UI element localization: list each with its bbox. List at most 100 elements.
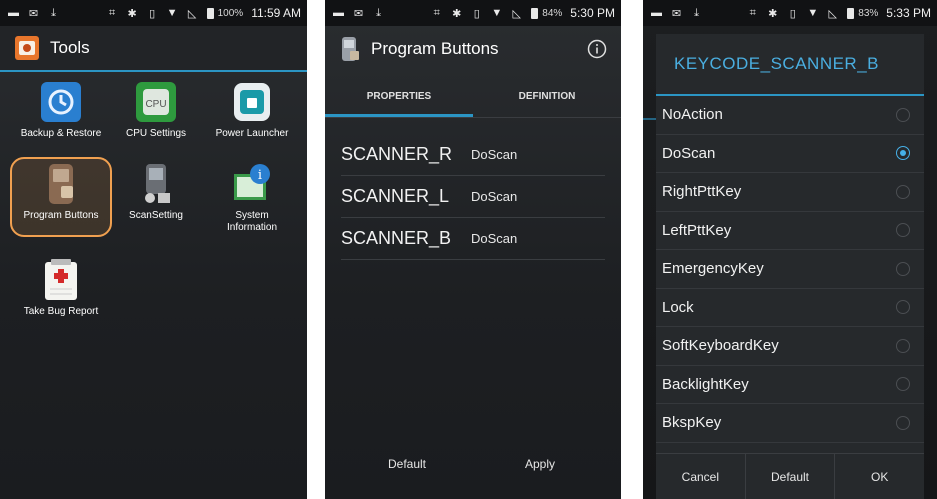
system-info-icon: i (230, 162, 274, 206)
clock: 5:30 PM (570, 6, 615, 20)
bluetooth-icon: ✱ (127, 7, 137, 20)
button-key: SCANNER_R (341, 144, 453, 164)
battery-percent: 83% (858, 7, 879, 19)
message-icon: ▬ (651, 7, 662, 19)
option-leftpttkey[interactable]: LeftPttKey (656, 212, 924, 250)
button-row-scanner-b[interactable]: SCANNER_B DoScan (341, 218, 605, 260)
app-label: Power Launcher (215, 128, 289, 139)
clock: 11:59 AM (251, 6, 301, 20)
bluetooth-icon: ✱ (768, 7, 778, 20)
radio-button[interactable] (896, 377, 910, 392)
no-signal-icon: ◺ (828, 7, 838, 20)
radio-button[interactable] (896, 415, 910, 430)
radio-button-selected[interactable] (896, 146, 910, 161)
page-title: Program Buttons (371, 39, 499, 58)
app-label: Program Buttons (23, 210, 99, 221)
button-row-scanner-l[interactable]: SCANNER_L DoScan (341, 176, 605, 218)
option-label: NoAction (662, 106, 723, 124)
option-bkspkey[interactable]: BkspKey (656, 404, 924, 443)
wifi-icon: ▼ (807, 7, 819, 19)
background-tab-indicator (643, 118, 656, 120)
keycode-dialog: KEYCODE_SCANNER_B NoAction DoScan RightP… (656, 34, 924, 499)
option-label: DoScan (662, 144, 716, 162)
button-action: DoScan (471, 231, 518, 246)
radio-button[interactable] (896, 338, 910, 353)
ok-button[interactable]: OK (835, 454, 924, 499)
radio-button[interactable] (896, 184, 910, 199)
app-label: Backup & Restore (20, 128, 102, 139)
radio-button[interactable] (896, 300, 910, 315)
app-label: System Information (226, 210, 278, 233)
nfc-icon: ⌗ (433, 6, 440, 19)
radio-button[interactable] (896, 223, 910, 238)
app-backup-restore[interactable]: Backup & Restore (11, 80, 111, 140)
app-power-launcher[interactable]: Power Launcher (202, 80, 302, 140)
default-button[interactable]: Default (746, 454, 836, 499)
status-bar: ▬ ✉ ⤓ ⌗ ✱ ▯ ▼ ◺ 84% 5:30 PM (325, 0, 621, 26)
apply-button[interactable]: Apply (490, 457, 590, 471)
default-button[interactable]: Default (357, 457, 457, 471)
button-action: DoScan (471, 147, 518, 162)
tab-properties[interactable]: PROPERTIES (325, 74, 473, 118)
action-bar: Program Buttons (325, 26, 621, 72)
svg-text:i: i (258, 168, 262, 183)
wifi-icon: ▼ (166, 7, 178, 19)
vibrate-icon: ▯ (789, 7, 796, 20)
page-title: Tools (50, 38, 90, 57)
option-noaction[interactable]: NoAction (656, 96, 924, 135)
nfc-icon: ⌗ (749, 6, 756, 19)
battery-percent: 84% (542, 7, 563, 19)
option-rightpttkey[interactable]: RightPttKey (656, 173, 924, 212)
message-icon: ▬ (333, 7, 344, 19)
program-buttons-screen: ▬ ✉ ⤓ ⌗ ✱ ▯ ▼ ◺ 84% 5:30 PM Program Butt… (325, 0, 621, 499)
radio-button[interactable] (896, 107, 910, 122)
bug-report-icon (39, 258, 83, 302)
vibrate-icon: ▯ (473, 7, 480, 20)
option-doscan[interactable]: DoScan (656, 135, 924, 173)
button-row-scanner-r[interactable]: SCANNER_R DoScan (341, 134, 605, 176)
button-action: DoScan (471, 189, 518, 204)
status-bar: ▬ ✉ ⤓ ⌗ ✱ ▯ ▼ ◺ 83% 5:33 PM (643, 0, 937, 26)
message-icon: ▬ (8, 7, 19, 19)
app-system-information[interactable]: i System Information (202, 162, 302, 234)
power-launcher-icon (230, 80, 274, 124)
vibrate-icon: ▯ (149, 7, 156, 20)
option-emergencykey[interactable]: EmergencyKey (656, 250, 924, 289)
download-icon: ⤓ (694, 6, 699, 19)
tab-bar: PROPERTIES DEFINITION (325, 74, 621, 118)
cpu-icon: CPU (134, 80, 178, 124)
tools-screen: ▬ ✉ ⤓ ⌗ ✱ ▯ ▼ ◺ 100% 11:59 AM Tools Back… (0, 0, 307, 499)
keycode-dialog-screen: ▬ ✉ ⤓ ⌗ ✱ ▯ ▼ ◺ 83% 5:33 PM KEYCODE_SCAN… (643, 0, 937, 499)
cpu-icon-text: CPU (145, 99, 166, 110)
cancel-button[interactable]: Cancel (656, 454, 746, 499)
battery-icon (847, 7, 855, 19)
app-program-buttons[interactable]: Program Buttons (11, 162, 111, 222)
mail-icon: ✉ (353, 7, 364, 20)
no-signal-icon: ◺ (512, 7, 522, 20)
mail-icon: ✉ (671, 7, 682, 20)
option-lock[interactable]: Lock (656, 289, 924, 327)
option-backlightkey[interactable]: BacklightKey (656, 366, 924, 404)
download-icon: ⤓ (376, 6, 381, 19)
status-bar: ▬ ✉ ⤓ ⌗ ✱ ▯ ▼ ◺ 100% 11:59 AM (0, 0, 307, 26)
app-label: ScanSetting (129, 210, 183, 221)
bluetooth-icon: ✱ (452, 7, 462, 20)
info-icon[interactable] (587, 39, 607, 59)
app-scan-setting[interactable]: ScanSetting (106, 162, 206, 222)
option-label: BacklightKey (662, 375, 749, 393)
backup-restore-icon (39, 80, 83, 124)
dialog-title: KEYCODE_SCANNER_B (656, 34, 924, 96)
scan-setting-icon (134, 162, 178, 206)
option-label: RightPttKey (662, 183, 742, 201)
download-icon: ⤓ (51, 6, 56, 19)
wifi-icon: ▼ (491, 7, 503, 19)
action-bar: Tools (0, 26, 307, 72)
radio-button[interactable] (896, 261, 910, 276)
dialog-button-bar: Cancel Default OK (656, 453, 924, 499)
nfc-icon: ⌗ (109, 6, 116, 19)
option-label: BkspKey (662, 414, 722, 432)
app-cpu-settings[interactable]: CPU CPU Settings (106, 80, 206, 140)
app-take-bug-report[interactable]: Take Bug Report (11, 258, 111, 318)
tab-definition[interactable]: DEFINITION (473, 74, 621, 118)
option-softkeyboardkey[interactable]: SoftKeyboardKey (656, 327, 924, 366)
